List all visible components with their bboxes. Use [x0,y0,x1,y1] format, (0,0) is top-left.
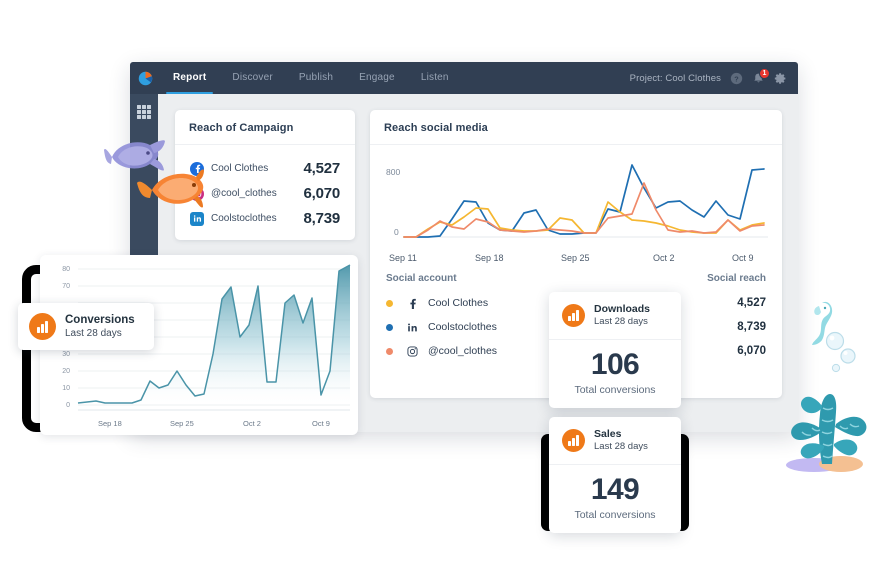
y-axis-label-30: 30 [62,351,70,358]
metric-subtitle: Last 28 days [594,441,648,453]
series-color-dot [386,323,393,331]
downloads-metric-card: Downloads Last 28 days 106 Total convers… [549,292,681,409]
card-title: Reach social media [370,110,782,145]
gear-icon[interactable] [774,72,787,85]
metric-title: Sales [594,428,622,440]
table-row: @cool_clothes 6,070 [190,181,340,206]
metric-body: 106 Total conversions [549,340,681,409]
x-axis-label: Sep 25 [170,419,194,428]
account-reach: 6,070 [737,345,766,357]
account-name: Coolstoclothes [428,321,497,333]
conversions-tooltip-card: Conversions Last 28 days [18,303,154,350]
bar-chart-circle-icon [562,304,585,328]
account-name: Cool Clothes [428,297,489,309]
legend-header-account: Social account [386,273,457,284]
x-axis-label: Oct 9 [312,419,330,428]
facebook-icon [404,298,420,309]
x-axis-label: Sep 18 [475,253,504,263]
y-axis-label-10: 10 [62,385,70,392]
linkedin-icon [404,322,420,333]
svg-text:?: ? [734,74,739,83]
metric-subtitle: Last 28 days [594,316,648,328]
account-value: 6,070 [303,185,340,202]
metric-header: Downloads Last 28 days [549,292,681,340]
bar-chart-circle-icon [29,313,56,340]
coral-illustration [786,394,867,472]
main-nav: Report Discover Publish Engage Listen [160,62,462,94]
y-axis-label-80: 80 [62,266,70,273]
nav-label: Report [173,72,207,83]
metric-body: 149 Total conversions [549,465,681,534]
metric-value: 106 [590,347,640,381]
top-navigation-bar: Report Discover Publish Engage Listen Pr… [130,62,798,94]
account-value: 4,527 [303,160,340,177]
nav-label: Engage [359,72,395,83]
account-name: Cool Clothes [211,163,269,174]
x-axis-label: Oct 2 [243,419,261,428]
account-name: Coolstoclothes [211,213,277,224]
instagram-icon [404,345,420,357]
grid-menu-icon[interactable] [137,105,151,119]
bubbles-illustration [825,331,856,373]
legend-header-reach: Social reach [707,273,766,284]
x-axis-label: Sep 11 [389,253,417,263]
metric-caption: Total conversions [574,384,656,397]
social-reach-line-chart: 800 0 Sep 11 Sep 18 Sep 25 Oct 2 Oct 9 [370,145,782,263]
x-axis-label: Oct 9 [732,253,754,263]
table-row: Cool Clothes 4,527 [190,156,340,181]
pie-chart-logo-icon[interactable] [130,71,160,86]
project-label: Project: Cool Clothes [629,72,721,84]
nav-item-engage[interactable]: Engage [346,62,408,94]
table-row: Coolstoclothes 8,739 [190,206,340,231]
legend-header: Social account Social reach [386,273,766,291]
metric-caption: Total conversions [574,509,656,522]
x-axis-label: Sep 25 [561,253,590,263]
series-color-dot [386,347,393,355]
account-reach: 8,739 [737,321,766,333]
orange-fish-illustration [137,169,204,208]
notification-badge: 1 [759,67,770,79]
nav-label: Listen [420,72,449,83]
x-axis-label: Oct 2 [653,253,675,263]
topbar-actions: Project: Cool Clothes ? 1 [629,67,798,85]
nav-item-discover[interactable]: Discover [219,62,286,94]
series-color-dot [386,299,393,307]
tooltip-subtitle: Last 28 days [65,327,122,339]
nav-item-listen[interactable]: Listen [408,62,462,94]
bar-chart-circle-icon [562,429,585,453]
nav-item-publish[interactable]: Publish [286,62,346,94]
metric-value: 149 [590,472,640,506]
account-name: @cool_clothes [428,345,498,357]
sales-metric-card: Sales Last 28 days 149 Total conversions [549,417,681,534]
y-axis-label-70: 70 [62,283,70,290]
tooltip-title: Conversions [65,313,135,326]
metric-title: Downloads [594,303,651,315]
y-axis-label-0: 0 [66,402,70,409]
nav-item-report[interactable]: Report [160,62,219,94]
nav-label: Publish [298,72,334,83]
x-axis-label: Sep 18 [98,419,122,428]
account-name: @cool_clothes [211,188,277,199]
card-title: Reach of Campaign [175,110,355,145]
bell-icon[interactable]: 1 [752,67,770,85]
nav-label: Discover [232,72,273,83]
help-circle-icon[interactable]: ? [730,72,743,85]
account-reach: 4,527 [737,297,766,309]
metric-header: Sales Last 28 days [549,417,681,465]
y-axis-label-20: 20 [62,368,70,375]
account-value: 8,739 [303,210,340,227]
